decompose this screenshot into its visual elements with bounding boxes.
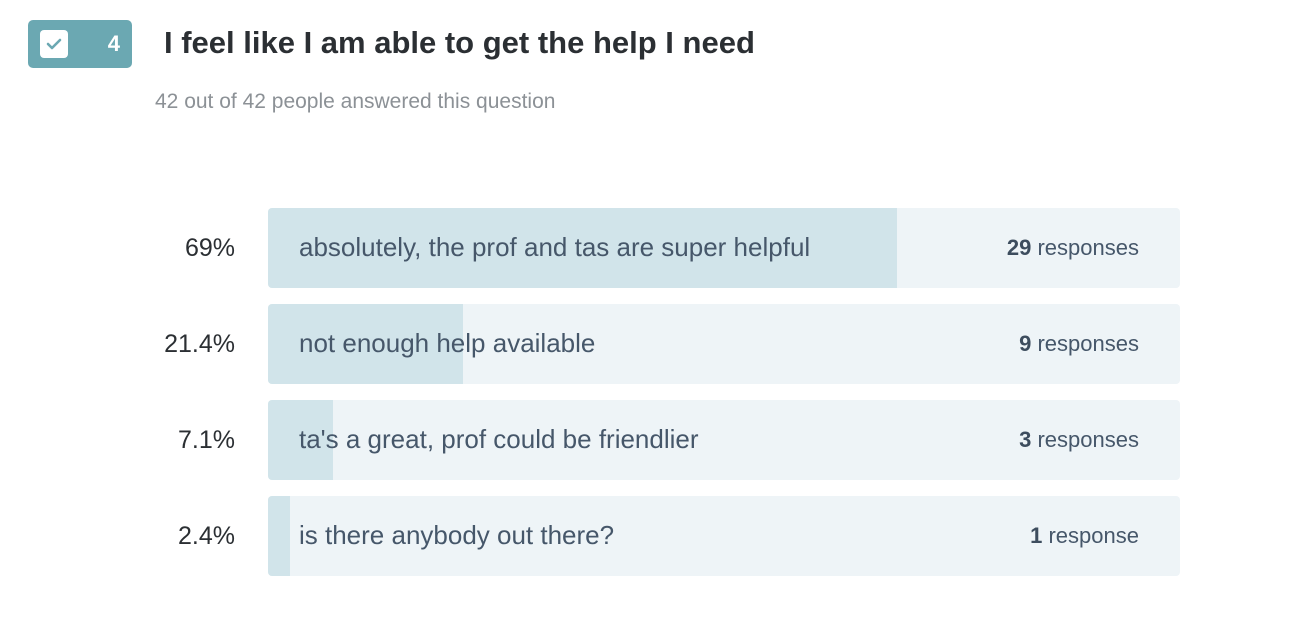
checkbox-icon [40, 30, 68, 58]
option-label: is there anybody out there? [299, 520, 615, 550]
response-row: 7.1% ta's a great, prof could be friendl… [0, 400, 1302, 480]
response-count: 1 response [1030, 496, 1139, 576]
option-label: ta's a great, prof could be friendlier [299, 424, 699, 454]
response-row: 69% absolutely, the prof and tas are sup… [0, 208, 1302, 288]
percent-label: 69% [184, 234, 235, 262]
bar-track: is there anybody out there? 1 response [268, 496, 1180, 576]
bar-track: absolutely, the prof and tas are super h… [268, 208, 1180, 288]
percent-label: 2.4% [178, 522, 235, 550]
count-value: 3 [1019, 427, 1032, 452]
response-chart: 69% absolutely, the prof and tas are sup… [0, 208, 1302, 592]
count-value: 9 [1019, 331, 1032, 356]
count-unit: responses [1037, 427, 1139, 452]
count-unit: responses [1037, 235, 1139, 260]
option-label: not enough help available [299, 328, 596, 358]
bar-fill [268, 496, 290, 576]
response-count: 3 responses [1019, 400, 1139, 480]
question-number: 4 [107, 31, 120, 56]
option-label: absolutely, the prof and tas are super h… [299, 232, 811, 262]
question-title: I feel like I am able to get the help I … [164, 25, 755, 60]
answered-count: 42 out of 42 people answered this questi… [155, 90, 556, 113]
count-value: 1 [1030, 523, 1043, 548]
count-unit: response [1048, 523, 1139, 548]
response-row: 2.4% is there anybody out there? 1 respo… [0, 496, 1302, 576]
response-count: 29 responses [1007, 208, 1139, 288]
bar-track: not enough help available 9 responses [268, 304, 1180, 384]
count-value: 29 [1006, 235, 1032, 260]
question-badge: 4 [28, 20, 132, 68]
response-row: 21.4% not enough help available 9 respon… [0, 304, 1302, 384]
percent-label: 21.4% [164, 330, 235, 358]
bar-track: ta's a great, prof could be friendlier 3… [268, 400, 1180, 480]
percent-label: 7.1% [178, 426, 235, 454]
response-count: 9 responses [1019, 304, 1139, 384]
checkmark-icon [46, 38, 62, 50]
count-unit: responses [1037, 331, 1139, 356]
